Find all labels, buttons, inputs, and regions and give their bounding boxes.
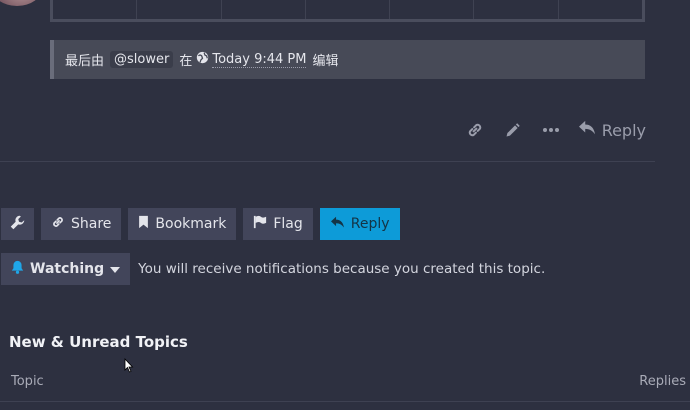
suggested-topics-title: New & Unread Topics (9, 333, 188, 351)
topic-footer-buttons: Share Bookmark Flag Reply (1, 208, 400, 240)
notification-reason: You will receive notifications because y… (138, 261, 546, 277)
topic-page: 最后由 @slower 在 Today 9:44 PM 编辑 Reply Sha… (0, 0, 690, 410)
share-label: Share (71, 216, 112, 232)
flag-icon (253, 215, 267, 233)
bookmark-label: Bookmark (155, 216, 227, 232)
post-actions: Reply (456, 116, 648, 144)
caret-down-icon (110, 261, 121, 277)
reply-icon (330, 216, 345, 233)
topic-reply-label: Reply (350, 216, 390, 232)
globe-icon (196, 51, 209, 68)
user-mention[interactable]: @slower (110, 51, 174, 68)
notification-level-label: Watching (30, 261, 105, 277)
edit-prefix: 最后由 (65, 54, 105, 69)
flag-button[interactable]: Flag (243, 208, 313, 240)
table-cell (306, 0, 391, 19)
table-cell (390, 0, 475, 19)
mouse-cursor-icon (124, 357, 134, 377)
notification-level-button[interactable]: Watching (1, 253, 131, 285)
post-table-fragment (50, 0, 645, 22)
edit-middle: 在 (179, 54, 193, 69)
share-button[interactable]: Share (41, 208, 122, 240)
notifications-row: Watching You will receive notifications … (1, 253, 545, 285)
divider (0, 161, 655, 162)
wrench-icon (10, 215, 25, 234)
table-cell (53, 0, 138, 19)
column-header-replies[interactable]: Replies (639, 374, 686, 389)
column-header-topic[interactable]: Topic (11, 374, 44, 389)
more-icon[interactable] (532, 116, 570, 144)
table-cell (137, 0, 222, 19)
table-cell (474, 0, 559, 19)
post-reply-label: Reply (601, 120, 646, 140)
table-header-divider (0, 401, 690, 402)
pencil-icon[interactable] (494, 116, 532, 144)
bookmark-icon (138, 215, 149, 233)
avatar[interactable] (0, 0, 42, 6)
table-cell (222, 0, 306, 19)
bell-icon (11, 260, 24, 278)
bookmark-button[interactable]: Bookmark (128, 208, 237, 240)
edit-time[interactable]: Today 9:44 PM (212, 52, 307, 68)
flag-label: Flag (273, 216, 303, 232)
link-icon (51, 215, 65, 233)
topic-reply-button[interactable]: Reply (319, 208, 400, 240)
admin-wrench-button[interactable] (1, 208, 34, 240)
link-icon[interactable] (456, 116, 494, 144)
edit-suffix: 编辑 (312, 54, 339, 69)
reply-icon (578, 120, 596, 140)
edit-notice: 最后由 @slower 在 Today 9:44 PM 编辑 (50, 40, 645, 79)
table-cell (559, 0, 642, 19)
post-reply-button[interactable]: Reply (570, 120, 648, 140)
